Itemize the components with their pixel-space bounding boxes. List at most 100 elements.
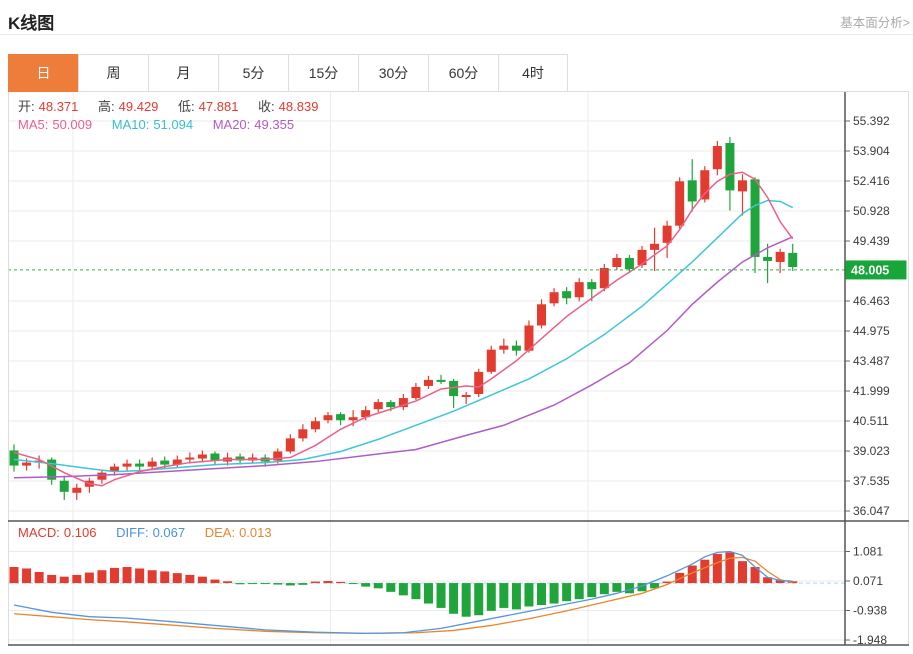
macd-histogram-layer (10, 552, 798, 616)
macd-bar (562, 583, 571, 601)
candle (336, 414, 345, 420)
ma20-label: MA20: (213, 117, 251, 132)
candle (788, 253, 797, 267)
macd-bar (35, 572, 44, 583)
macd-bar (286, 583, 295, 585)
macd-bar (374, 583, 383, 588)
candle (688, 180, 697, 201)
tab-month[interactable]: 月 (148, 54, 218, 92)
candle (349, 417, 358, 420)
candle (650, 244, 659, 250)
ma10-value: 51.094 (153, 117, 193, 132)
tab-60min[interactable]: 60分 (428, 54, 498, 92)
diff-value: 0.067 (153, 525, 186, 540)
ma20-value: 49.355 (254, 117, 294, 132)
macd-bar (336, 582, 345, 583)
candle (512, 346, 521, 351)
candle (638, 250, 647, 265)
candle (751, 179, 760, 257)
macd-bar (537, 583, 546, 605)
candle (123, 464, 132, 467)
kline-chart-canvas[interactable]: 55.39253.90452.41650.92849.43946.46344.9… (0, 92, 913, 654)
macd-bar (236, 583, 245, 584)
macd-value: 0.106 (64, 525, 97, 540)
period-tabs: 日 周 月 5分 15分 30分 60分 4时 (8, 54, 909, 92)
macd-bar (700, 560, 709, 583)
macd-bar (437, 583, 446, 608)
axis-tick-label: 49.439 (853, 234, 890, 248)
macd-bar (123, 567, 132, 583)
macd-bar (474, 583, 483, 615)
candle (763, 257, 772, 261)
ma10-label: MA10: (112, 117, 150, 132)
axis-tick-label: -0.938 (853, 603, 887, 617)
macd-bar (524, 583, 533, 606)
candle (537, 304, 546, 325)
tab-4hour[interactable]: 4时 (498, 54, 568, 92)
macd-bar (110, 568, 119, 583)
macd-bar (361, 583, 370, 587)
axis-tick-label: 46.463 (853, 294, 890, 308)
candle (675, 181, 684, 225)
candle (738, 180, 747, 191)
dea-value: 0.013 (239, 525, 272, 540)
candle (474, 372, 483, 394)
ma5-value: 50.009 (52, 117, 92, 132)
macd-bar (248, 583, 257, 584)
candle (587, 282, 596, 289)
macd-readout: MACD:0.106 DIFF:0.067 DEA:0.013 (18, 525, 276, 540)
tab-15min[interactable]: 15分 (288, 54, 358, 92)
candle (97, 473, 106, 480)
candle (499, 346, 508, 350)
candle (437, 380, 446, 382)
candle (600, 268, 609, 288)
macd-bar (261, 583, 270, 584)
candle (700, 170, 709, 199)
candle (411, 387, 420, 398)
axis-labels: 55.39253.90452.41650.92849.43946.46344.9… (845, 114, 890, 647)
macd-bar (273, 583, 282, 584)
candle (22, 463, 31, 466)
candle (148, 462, 157, 467)
candle (198, 455, 207, 459)
ma5-label: MA5: (18, 117, 48, 132)
axis-tick-label: 50.928 (853, 204, 890, 218)
axis-tick-label: 1.081 (853, 545, 883, 559)
candle (562, 291, 571, 298)
tab-week[interactable]: 周 (78, 54, 148, 92)
tab-day[interactable]: 日 (8, 54, 78, 92)
macd-bar (575, 583, 584, 599)
candle (725, 143, 734, 190)
macd-bar (185, 575, 194, 583)
macd-label: MACD: (18, 525, 60, 540)
macd-bar (499, 583, 508, 608)
macd-bar (399, 583, 408, 595)
axis-tick-label: 37.535 (853, 474, 890, 488)
macd-bar (550, 583, 559, 603)
diff-label: DIFF: (116, 525, 149, 540)
macd-bar (72, 575, 81, 583)
candle (424, 380, 433, 386)
macd-bar (223, 581, 232, 583)
macd-bar (612, 583, 621, 592)
macd-bar (298, 583, 307, 585)
high-value: 49.429 (119, 99, 159, 114)
fundamental-analysis-link[interactable]: 基本面分析> (840, 12, 910, 31)
header-divider (0, 34, 913, 35)
candle (663, 226, 672, 243)
macd-bar (449, 583, 458, 614)
macd-bar (424, 583, 433, 603)
low-value: 47.881 (199, 99, 239, 114)
axis-tick-label: 36.047 (853, 504, 890, 518)
tab-30min[interactable]: 30分 (358, 54, 428, 92)
tab-5min[interactable]: 5分 (218, 54, 288, 92)
ma-readout: MA5: 50.009 MA10:51.094 MA20:49.355 (18, 117, 298, 132)
macd-bar (148, 570, 157, 583)
axis-tick-label: 43.487 (853, 354, 890, 368)
open-value: 48.371 (39, 99, 79, 114)
axis-tick-label: -1.948 (853, 633, 887, 647)
high-label: 高: (98, 99, 115, 114)
macd-bar (173, 573, 182, 583)
chart-frame (8, 92, 909, 645)
candle (550, 292, 559, 303)
